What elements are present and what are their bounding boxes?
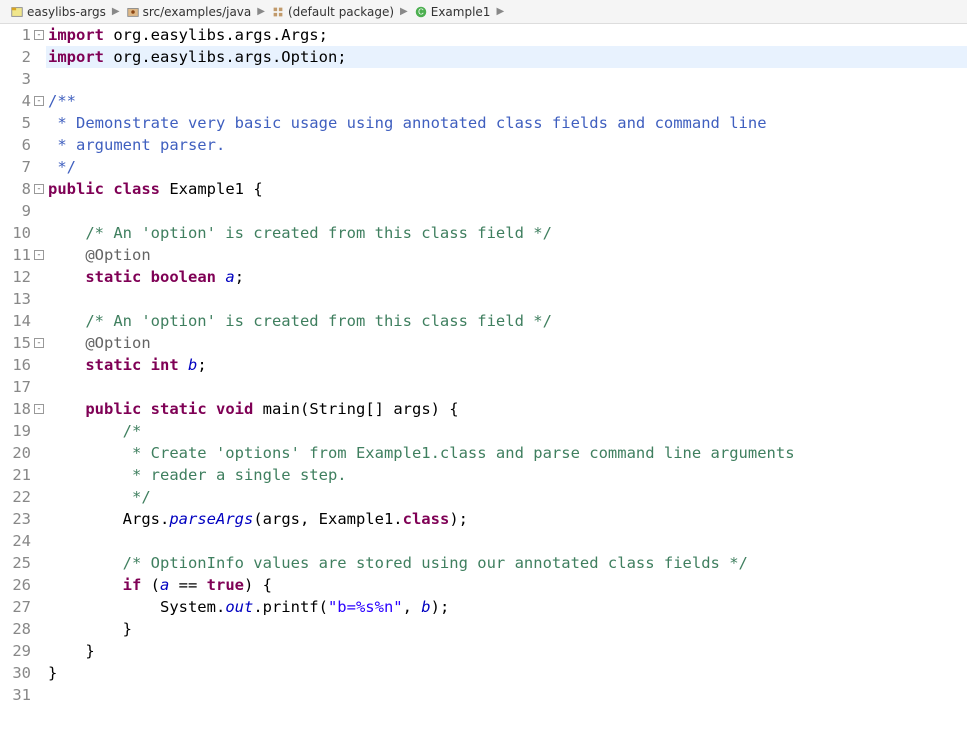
- code-line: }: [46, 662, 967, 684]
- package-folder-icon: [126, 5, 140, 19]
- fold-toggle-icon[interactable]: -: [34, 404, 44, 414]
- code-line: System.out.printf("b=%s%n", b);: [46, 596, 967, 618]
- code-line: @Option: [46, 244, 967, 266]
- chevron-right-icon: ▶: [255, 6, 267, 17]
- line-number: 29: [0, 640, 31, 662]
- breadcrumb-item-class[interactable]: C Example1: [410, 5, 495, 19]
- line-number: 15: [0, 332, 31, 354]
- code-line: /* OptionInfo values are stored using ou…: [46, 552, 967, 574]
- fold-column: - - - - - -: [34, 24, 46, 706]
- svg-text:C: C: [418, 7, 424, 16]
- fold-toggle-icon[interactable]: -: [34, 184, 44, 194]
- line-number: 9: [0, 200, 31, 222]
- line-number: 23: [0, 508, 31, 530]
- line-number: 18: [0, 398, 31, 420]
- line-number: 17: [0, 376, 31, 398]
- code-line: if (a == true) {: [46, 574, 967, 596]
- code-line: @Option: [46, 332, 967, 354]
- line-number: 14: [0, 310, 31, 332]
- line-number: 19: [0, 420, 31, 442]
- code-line: /* An 'option' is created from this clas…: [46, 310, 967, 332]
- breadcrumb-label: Example1: [431, 5, 491, 19]
- code-line: */: [46, 486, 967, 508]
- fold-toggle-icon[interactable]: -: [34, 250, 44, 260]
- line-number: 7: [0, 156, 31, 178]
- line-number: 21: [0, 464, 31, 486]
- breadcrumb-item-project[interactable]: easylibs-args: [6, 5, 110, 19]
- fold-toggle-icon[interactable]: -: [34, 338, 44, 348]
- code-line: static int b;: [46, 354, 967, 376]
- line-number: 26: [0, 574, 31, 596]
- breadcrumb-label: (default package): [288, 5, 394, 19]
- breadcrumb-item-package[interactable]: (default package): [267, 5, 398, 19]
- line-number: 5: [0, 112, 31, 134]
- code-line: }: [46, 618, 967, 640]
- code-line: * argument parser.: [46, 134, 967, 156]
- breadcrumb-item-source-folder[interactable]: src/examples/java: [122, 5, 256, 19]
- line-number: 6: [0, 134, 31, 156]
- code-line: /**: [46, 90, 967, 112]
- line-number: 3: [0, 68, 31, 90]
- line-number: 31: [0, 684, 31, 706]
- code-line: [46, 200, 967, 222]
- breadcrumb[interactable]: easylibs-args ▶ src/examples/java ▶ (def…: [0, 0, 967, 24]
- line-number: 4: [0, 90, 31, 112]
- code-area[interactable]: import org.easylibs.args.Args; import or…: [46, 24, 967, 706]
- code-line-current: import org.easylibs.args.Option;: [46, 46, 967, 68]
- code-line: [46, 684, 967, 706]
- line-number: 16: [0, 354, 31, 376]
- class-icon: C: [414, 5, 428, 19]
- code-line: /*: [46, 420, 967, 442]
- code-line: */: [46, 156, 967, 178]
- line-number: 13: [0, 288, 31, 310]
- line-number: 10: [0, 222, 31, 244]
- chevron-right-icon: ▶: [398, 6, 410, 17]
- line-number: 30: [0, 662, 31, 684]
- code-line: /* An 'option' is created from this clas…: [46, 222, 967, 244]
- line-number: 25: [0, 552, 31, 574]
- chevron-right-icon: ▶: [494, 6, 506, 17]
- code-line: * reader a single step.: [46, 464, 967, 486]
- line-number: 8: [0, 178, 31, 200]
- line-number: 20: [0, 442, 31, 464]
- code-line: [46, 376, 967, 398]
- code-line: Args.parseArgs(args, Example1.class);: [46, 508, 967, 530]
- code-line: * Demonstrate very basic usage using ann…: [46, 112, 967, 134]
- line-number: 1: [0, 24, 31, 46]
- fold-toggle-icon[interactable]: -: [34, 96, 44, 106]
- code-line: static boolean a;: [46, 266, 967, 288]
- line-number: 28: [0, 618, 31, 640]
- breadcrumb-label: src/examples/java: [143, 5, 252, 19]
- line-number: 2: [0, 46, 31, 68]
- code-line: * Create 'options' from Example1.class a…: [46, 442, 967, 464]
- code-editor[interactable]: 1 2 3 4 5 6 7 8 9 10 11 12 13 14 15 16 1…: [0, 24, 967, 706]
- line-number: 27: [0, 596, 31, 618]
- line-number: 12: [0, 266, 31, 288]
- line-number: 24: [0, 530, 31, 552]
- fold-toggle-icon[interactable]: -: [34, 30, 44, 40]
- code-line: import org.easylibs.args.Args;: [46, 24, 967, 46]
- line-number: 11: [0, 244, 31, 266]
- line-number: 22: [0, 486, 31, 508]
- line-number-gutter: 1 2 3 4 5 6 7 8 9 10 11 12 13 14 15 16 1…: [0, 24, 34, 706]
- code-line: [46, 288, 967, 310]
- code-line: [46, 68, 967, 90]
- code-line: public static void main(String[] args) {: [46, 398, 967, 420]
- chevron-right-icon: ▶: [110, 6, 122, 17]
- code-line: [46, 530, 967, 552]
- package-icon: [271, 5, 285, 19]
- breadcrumb-label: easylibs-args: [27, 5, 106, 19]
- code-line: public class Example1 {: [46, 178, 967, 200]
- project-icon: [10, 5, 24, 19]
- code-line: }: [46, 640, 967, 662]
